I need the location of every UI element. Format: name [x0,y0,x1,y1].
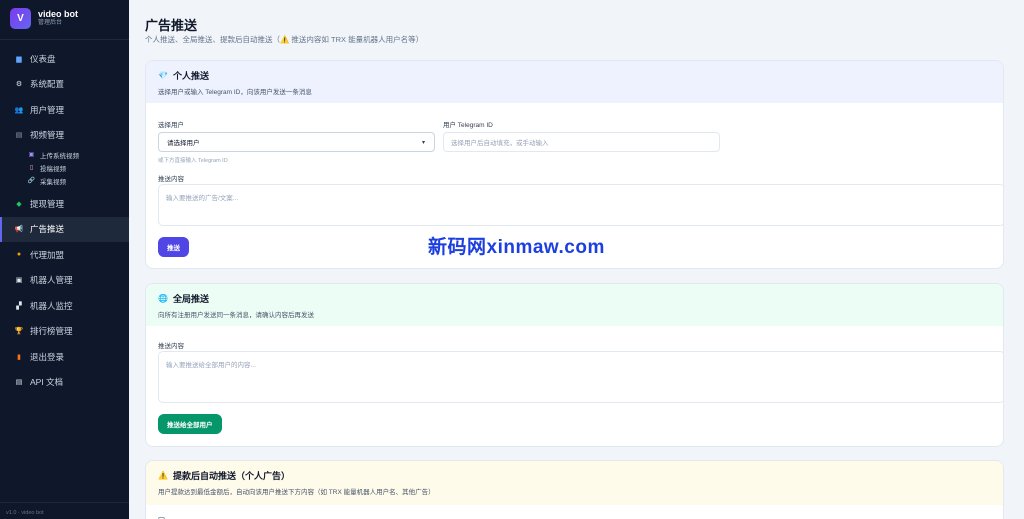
select-user-dropdown[interactable]: 请选择用户 ▾ [158,132,435,152]
sidebar-item-bot-monitor[interactable]: ▞ 机器人监控 [0,293,129,319]
sidebar-item-label: API 文档 [30,377,64,388]
sidebar-subitem-label: 上传系统视频 [40,152,79,160]
sidebar-item-withdrawals[interactable]: ◆ 提现管理 [0,191,129,217]
card-title: 全局推送 [172,294,209,304]
push-button[interactable]: 推送 [158,237,189,257]
sidebar-item-ad-push[interactable]: 📢 广告推送 [0,216,129,242]
sidebar-item-label: 广告推送 [30,224,65,235]
sidebar-item-label: 机器人管理 [30,275,73,286]
monitor-icon: ▞ [16,302,22,310]
document-icon: ▯ [29,165,34,171]
divider [0,502,129,503]
brand[interactable]: V video bot 管理后台 [0,0,129,36]
sidebar-item-bots[interactable]: ▣ 机器人管理 [0,268,129,294]
page-title: 广告推送 [145,18,198,33]
telegram-id-label: 用户 Telegram ID [443,122,493,129]
page-subtitle: 个人推送、全局推送、提款后自动推送（⚠️ 推送内容如 TRX 能量机器人用户名等… [145,35,424,44]
sidebar-item-videos[interactable]: ▤ 视频管理 [0,123,129,149]
money-icon: ◆ [16,200,22,208]
sidebar-item-label: 仪表盘 [30,53,56,64]
sidebar-subitem-label: 投稿视频 [40,165,66,173]
api-doc-icon: ▤ [15,379,23,387]
sidebar-item-label: 退出登录 [30,351,65,362]
sidebar-item-system-config[interactable]: ⚙ 系统配置 [0,72,129,98]
main-content: 广告推送 个人推送、全局推送、提款后自动推送（⚠️ 推送内容如 TRX 能量机器… [129,0,1024,519]
logout-icon: ▮ [17,353,21,361]
handshake-icon: ● [16,251,22,259]
auto-push-card: ⚠️ 提款后自动推送（个人广告） 用户提款达到最低金额后，自动向该用户推送下方内容… [145,460,1004,519]
global-content-textarea[interactable]: 输入要推送给全部用户的内容... [158,351,1003,403]
sidebar-item-label: 代理加盟 [30,249,65,260]
card-title: 提款后自动推送（个人广告） [172,471,290,481]
trophy-icon: 🏆 [14,328,24,336]
chart-icon: ▆ [16,55,22,63]
warning-icon: ⚠️ [158,471,168,480]
global-push-card: 🌐 全局推送 向所有注册用户发送同一条消息，请确认内容后再发送 推送内容 输入要推… [145,283,1004,447]
sidebar-subitem-label: 采集视频 [40,178,66,186]
brand-name: video bot [38,9,78,19]
content-label: 推送内容 [158,176,184,183]
sidebar-item-leaderboard[interactable]: 🏆 排行榜管理 [0,319,129,345]
diamond-icon: 💎 [158,71,168,80]
sidebar-item-api-docs[interactable]: ▤ API 文档 [0,370,129,396]
version-label: v1.0 · video bot [6,510,44,516]
globe-icon: 🌐 [158,294,168,303]
select-value: 请选择用户 [167,140,200,147]
sidebar-item-label: 用户管理 [30,104,65,115]
divider [0,39,129,40]
sidebar-subitem-submitted-video[interactable]: ▯ 投稿视频 [0,161,129,174]
film-icon: ▤ [15,132,23,140]
select-user-label: 选择用户 [158,122,184,129]
select-hint: 或下方直接输入 Telegram ID [158,158,228,164]
sidebar-item-dashboard[interactable]: ▆ 仪表盘 [0,46,129,72]
chevron-down-icon: ▾ [422,140,426,146]
brand-logo: V [10,7,31,29]
content-label: 推送内容 [158,343,184,350]
sidebar-item-label: 视频管理 [30,130,65,141]
sidebar-item-users[interactable]: 👥 用户管理 [0,97,129,123]
card-description: 向所有注册用户发送同一条消息，请确认内容后再发送 [158,312,314,319]
sidebar-item-logout[interactable]: ▮ 退出登录 [0,344,129,370]
card-description: 用户提款达到最低金额后，自动向该用户推送下方内容（如 TRX 能量机器人用户名、… [158,489,435,496]
sidebar: V video bot 管理后台 ▆ 仪表盘 ⚙ 系统配置 👥 用户管理 ▤ 视… [0,0,129,519]
upload-icon: ▣ [28,152,35,158]
link-icon: 🔗 [27,178,36,184]
users-icon: 👥 [14,106,24,114]
sidebar-subitem-collected-video[interactable]: 🔗 采集视频 [0,174,129,187]
megaphone-icon: 📢 [14,226,24,234]
push-all-button[interactable]: 推送给全部用户 [158,414,222,434]
sidebar-subitem-upload-video[interactable]: ▣ 上传系统视频 [0,148,129,161]
sidebar-item-label: 机器人监控 [30,300,73,311]
sidebar-item-label: 系统配置 [30,79,65,90]
robot-icon: ▣ [15,277,23,285]
sidebar-item-agents[interactable]: ● 代理加盟 [0,242,129,268]
sidebar-item-label: 排行榜管理 [30,326,73,337]
card-title: 个人推送 [172,71,209,81]
card-description: 选择用户或输入 Telegram ID，向该用户发送一条消息 [158,89,312,96]
watermark-text: 新码网xinmaw.com [428,237,605,258]
brand-subtitle: 管理后台 [38,20,63,26]
sidebar-item-label: 提现管理 [30,198,65,209]
telegram-id-input[interactable]: 选择用户后自动填充，或手动输入 [443,132,720,152]
gear-icon: ⚙ [15,81,23,89]
personal-content-textarea[interactable]: 输入要推送的广告/文案... [158,184,1003,226]
